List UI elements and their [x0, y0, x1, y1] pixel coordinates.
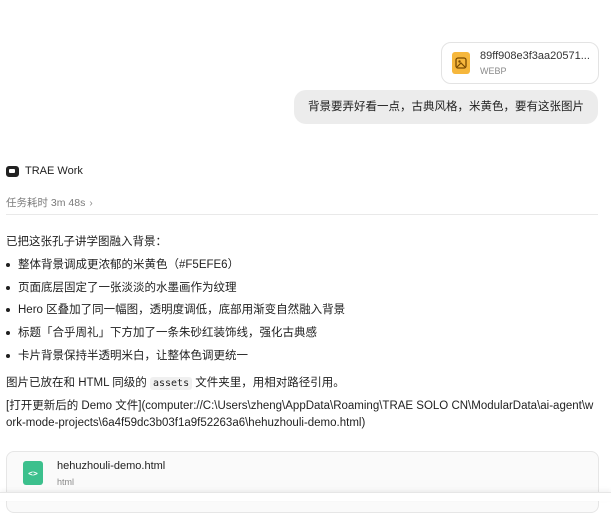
task-duration-label: 任务耗时 3m 48s [6, 197, 86, 209]
task-duration[interactable]: 任务耗时 3m 48s › [6, 195, 93, 210]
attachment-type: WEBP [480, 66, 507, 76]
paragraph-text: 文件夹里，用相对路径引用。 [192, 377, 345, 389]
attachment-name: 89ff908e3f3aa20571... [480, 50, 590, 62]
chevron-right-icon: › [89, 198, 93, 209]
code-file-icon: <> [23, 461, 43, 485]
paragraph-text: 图片已放在和 HTML 同级的 [6, 377, 150, 389]
attachment-card[interactable]: 89ff908e3f3aa20571... WEBP [441, 42, 599, 84]
file-card[interactable]: <> hehuzhouli-demo.html html [6, 451, 599, 513]
list-item: 卡片背景保持半透明米白，让整体色调更统一 [6, 347, 345, 370]
user-message-bubble: 背景要弄好看一点，古典风格，米黄色，要有这张图片 [294, 90, 598, 124]
image-file-icon [452, 52, 470, 74]
demo-file-link[interactable]: [打开更新后的 Demo 文件](computer://C:\Users\zhe… [6, 398, 596, 432]
file-name: hehuzhouli-demo.html [57, 460, 166, 472]
inline-code: assets [149, 377, 193, 390]
list-item: Hero 区叠加了同一幅图，透明度调低，底部用渐变自然融入背景 [6, 301, 345, 324]
list-item: 整体背景调成更浓郁的米黄色（#F5EFE6） [6, 256, 345, 279]
response-paragraph: 图片已放在和 HTML 同级的 assets 文件夹里，用相对路径引用。 [6, 374, 345, 390]
list-item: 标题「合乎周礼」下方加了一条朱砂红装饰线，强化古典感 [6, 324, 345, 347]
agent-name: TRAE Work [25, 165, 83, 177]
file-type: html [57, 477, 75, 487]
trae-logo-icon [6, 166, 19, 177]
response-bullet-list: 整体背景调成更浓郁的米黄色（#F5EFE6） 页面底层固定了一张淡淡的水墨画作为… [6, 256, 345, 369]
divider [6, 214, 598, 215]
response-intro: 已把这张孔子讲学图融入背景： [6, 236, 167, 248]
list-item: 页面底层固定了一张淡淡的水墨画作为纹理 [6, 279, 345, 302]
